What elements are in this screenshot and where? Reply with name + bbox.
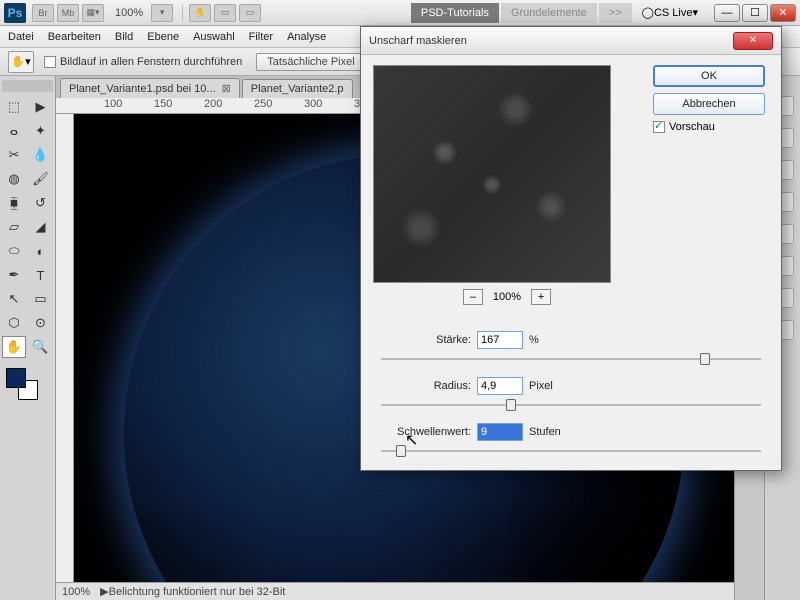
dodge-tool[interactable]: ◐ (29, 240, 53, 262)
zoom-level[interactable]: 100% (115, 7, 143, 19)
history-brush-tool[interactable]: ↺ (29, 192, 53, 214)
radius-unit: Pixel (529, 380, 553, 392)
tool-preset-btn[interactable]: ✋▾ (8, 51, 34, 73)
threshold-input[interactable] (477, 423, 523, 441)
preview-zoom-pct: 100% (493, 291, 521, 303)
stamp-tool[interactable]: ⧯ (2, 192, 26, 214)
toolbox: ⬚▶ ⴰ✦ ✂💧 ◍🖌 ⧯↺ ▱◢ ⬭◐ ✒T ↖▭ ⬡⊙ ✋🔍 (0, 76, 56, 600)
cancel-button[interactable]: Abbrechen (653, 93, 765, 115)
dialog-titlebar[interactable]: Unscharf maskieren ✕ (361, 27, 781, 55)
screenmode-btn[interactable]: ▭ (239, 4, 261, 22)
menu-auswahl[interactable]: Auswahl (193, 31, 235, 43)
blur-tool[interactable]: ⬭ (2, 240, 26, 262)
menu-bild[interactable]: Bild (115, 31, 133, 43)
lasso-tool[interactable]: ⴰ (2, 120, 26, 142)
maximize-btn[interactable]: ☐ (742, 4, 768, 22)
window-controls: — ☐ ✕ (712, 4, 796, 22)
threshold-slider[interactable] (381, 443, 761, 459)
menu-analyse[interactable]: Analyse (287, 31, 326, 43)
bridge-btn[interactable]: Br (32, 4, 54, 22)
hand-tool[interactable]: ✋ (2, 336, 26, 358)
status-msg: Belichtung funktioniert nur bei 32-Bit (109, 586, 286, 598)
doc-tab-2-label: Planet_Variante2.p (251, 83, 344, 95)
menu-bearbeiten[interactable]: Bearbeiten (48, 31, 101, 43)
wand-tool[interactable]: ✦ (29, 120, 53, 142)
eyedropper-tool[interactable]: 💧 (29, 144, 53, 166)
dialog-close-btn[interactable]: ✕ (733, 32, 773, 50)
zoom-dropdown[interactable]: ▾ (151, 4, 173, 22)
minimize-btn[interactable]: — (714, 4, 740, 22)
crop-tool[interactable]: ✂ (2, 144, 26, 166)
workspace-tab-more[interactable]: >> (599, 3, 632, 23)
toolbox-grip[interactable] (2, 80, 53, 92)
3d-tool[interactable]: ⬡ (2, 312, 26, 334)
preview-checkbox-row: Vorschau (653, 121, 769, 133)
radius-input[interactable] (477, 377, 523, 395)
menu-filter[interactable]: Filter (249, 31, 273, 43)
amount-input[interactable] (477, 331, 523, 349)
ok-button[interactable]: OK (653, 65, 765, 87)
gradient-tool[interactable]: ◢ (29, 216, 53, 238)
doc-tab-1-close[interactable]: ⊠ (222, 82, 231, 95)
statusbar: 100% ▶ Belichtung funktioniert nur bei 3… (56, 582, 734, 600)
minibridge-btn[interactable]: Mb (57, 4, 79, 22)
doc-tab-2[interactable]: Planet_Variante2.p (242, 79, 353, 98)
amount-unit: % (529, 334, 539, 346)
zoom-tool[interactable]: 🔍 (29, 336, 53, 358)
dialog-title: Unscharf maskieren (369, 35, 467, 47)
radius-slider[interactable] (381, 397, 761, 413)
heal-tool[interactable]: ◍ (2, 168, 26, 190)
3dcam-tool[interactable]: ⊙ (29, 312, 53, 334)
workspace-tab-psd[interactable]: PSD-Tutorials (411, 3, 499, 23)
preview-zoom-out[interactable]: – (463, 289, 483, 305)
eraser-tool[interactable]: ▱ (2, 216, 26, 238)
ruler-vertical (56, 114, 74, 582)
status-zoom[interactable]: 100% (62, 586, 90, 598)
preview-label: Vorschau (669, 121, 715, 133)
actual-pixels-btn[interactable]: Tatsächliche Pixel (256, 53, 365, 71)
color-swatches[interactable] (2, 366, 53, 402)
app-icon: Ps (4, 3, 26, 23)
doc-tab-1-label: Planet_Variante1.psd bei 10... (69, 83, 216, 95)
threshold-label: Schwellenwert: (381, 426, 471, 438)
move-tool[interactable]: ⬚ (2, 96, 26, 118)
arrange-btn[interactable]: ▭ (214, 4, 236, 22)
marquee-tool[interactable]: ▶ (29, 96, 53, 118)
type-tool[interactable]: T (29, 264, 53, 286)
menu-datei[interactable]: Datei (8, 31, 34, 43)
scrollall-label: Bildlauf in allen Fenstern durchführen (60, 56, 242, 68)
workspace-tabs: PSD-Tutorials Grundelemente >> (411, 3, 634, 23)
close-btn[interactable]: ✕ (770, 4, 796, 22)
viewmode-btn[interactable]: ▦▾ (82, 4, 104, 22)
scrollall-checkbox[interactable] (44, 56, 56, 68)
radius-label: Radius: (381, 380, 471, 392)
filter-preview[interactable] (373, 65, 611, 283)
app-titlebar: Ps Br Mb ▦▾ 100% ▾ ✋ ▭ ▭ PSD-Tutorials G… (0, 0, 800, 26)
hand-shortcut[interactable]: ✋ (189, 4, 211, 22)
fg-color-swatch[interactable] (6, 368, 26, 388)
menu-ebene[interactable]: Ebene (147, 31, 179, 43)
pen-tool[interactable]: ✒ (2, 264, 26, 286)
brush-tool[interactable]: 🖌 (29, 168, 53, 190)
workspace-tab-grund[interactable]: Grundelemente (501, 3, 597, 23)
cs-live[interactable]: ◯ CS Live ▾ (642, 6, 698, 19)
unsharp-mask-dialog: Unscharf maskieren ✕ – 100% + OK Abbrech… (360, 26, 782, 471)
shape-tool[interactable]: ▭ (29, 288, 53, 310)
preview-checkbox[interactable] (653, 121, 665, 133)
doc-tab-1[interactable]: Planet_Variante1.psd bei 10... ⊠ (60, 78, 240, 98)
amount-label: Stärke: (381, 334, 471, 346)
threshold-unit: Stufen (529, 426, 561, 438)
preview-zoom-in[interactable]: + (531, 289, 551, 305)
amount-slider[interactable] (381, 351, 761, 367)
cs-live-label: CS Live (654, 7, 693, 19)
path-tool[interactable]: ↖ (2, 288, 26, 310)
